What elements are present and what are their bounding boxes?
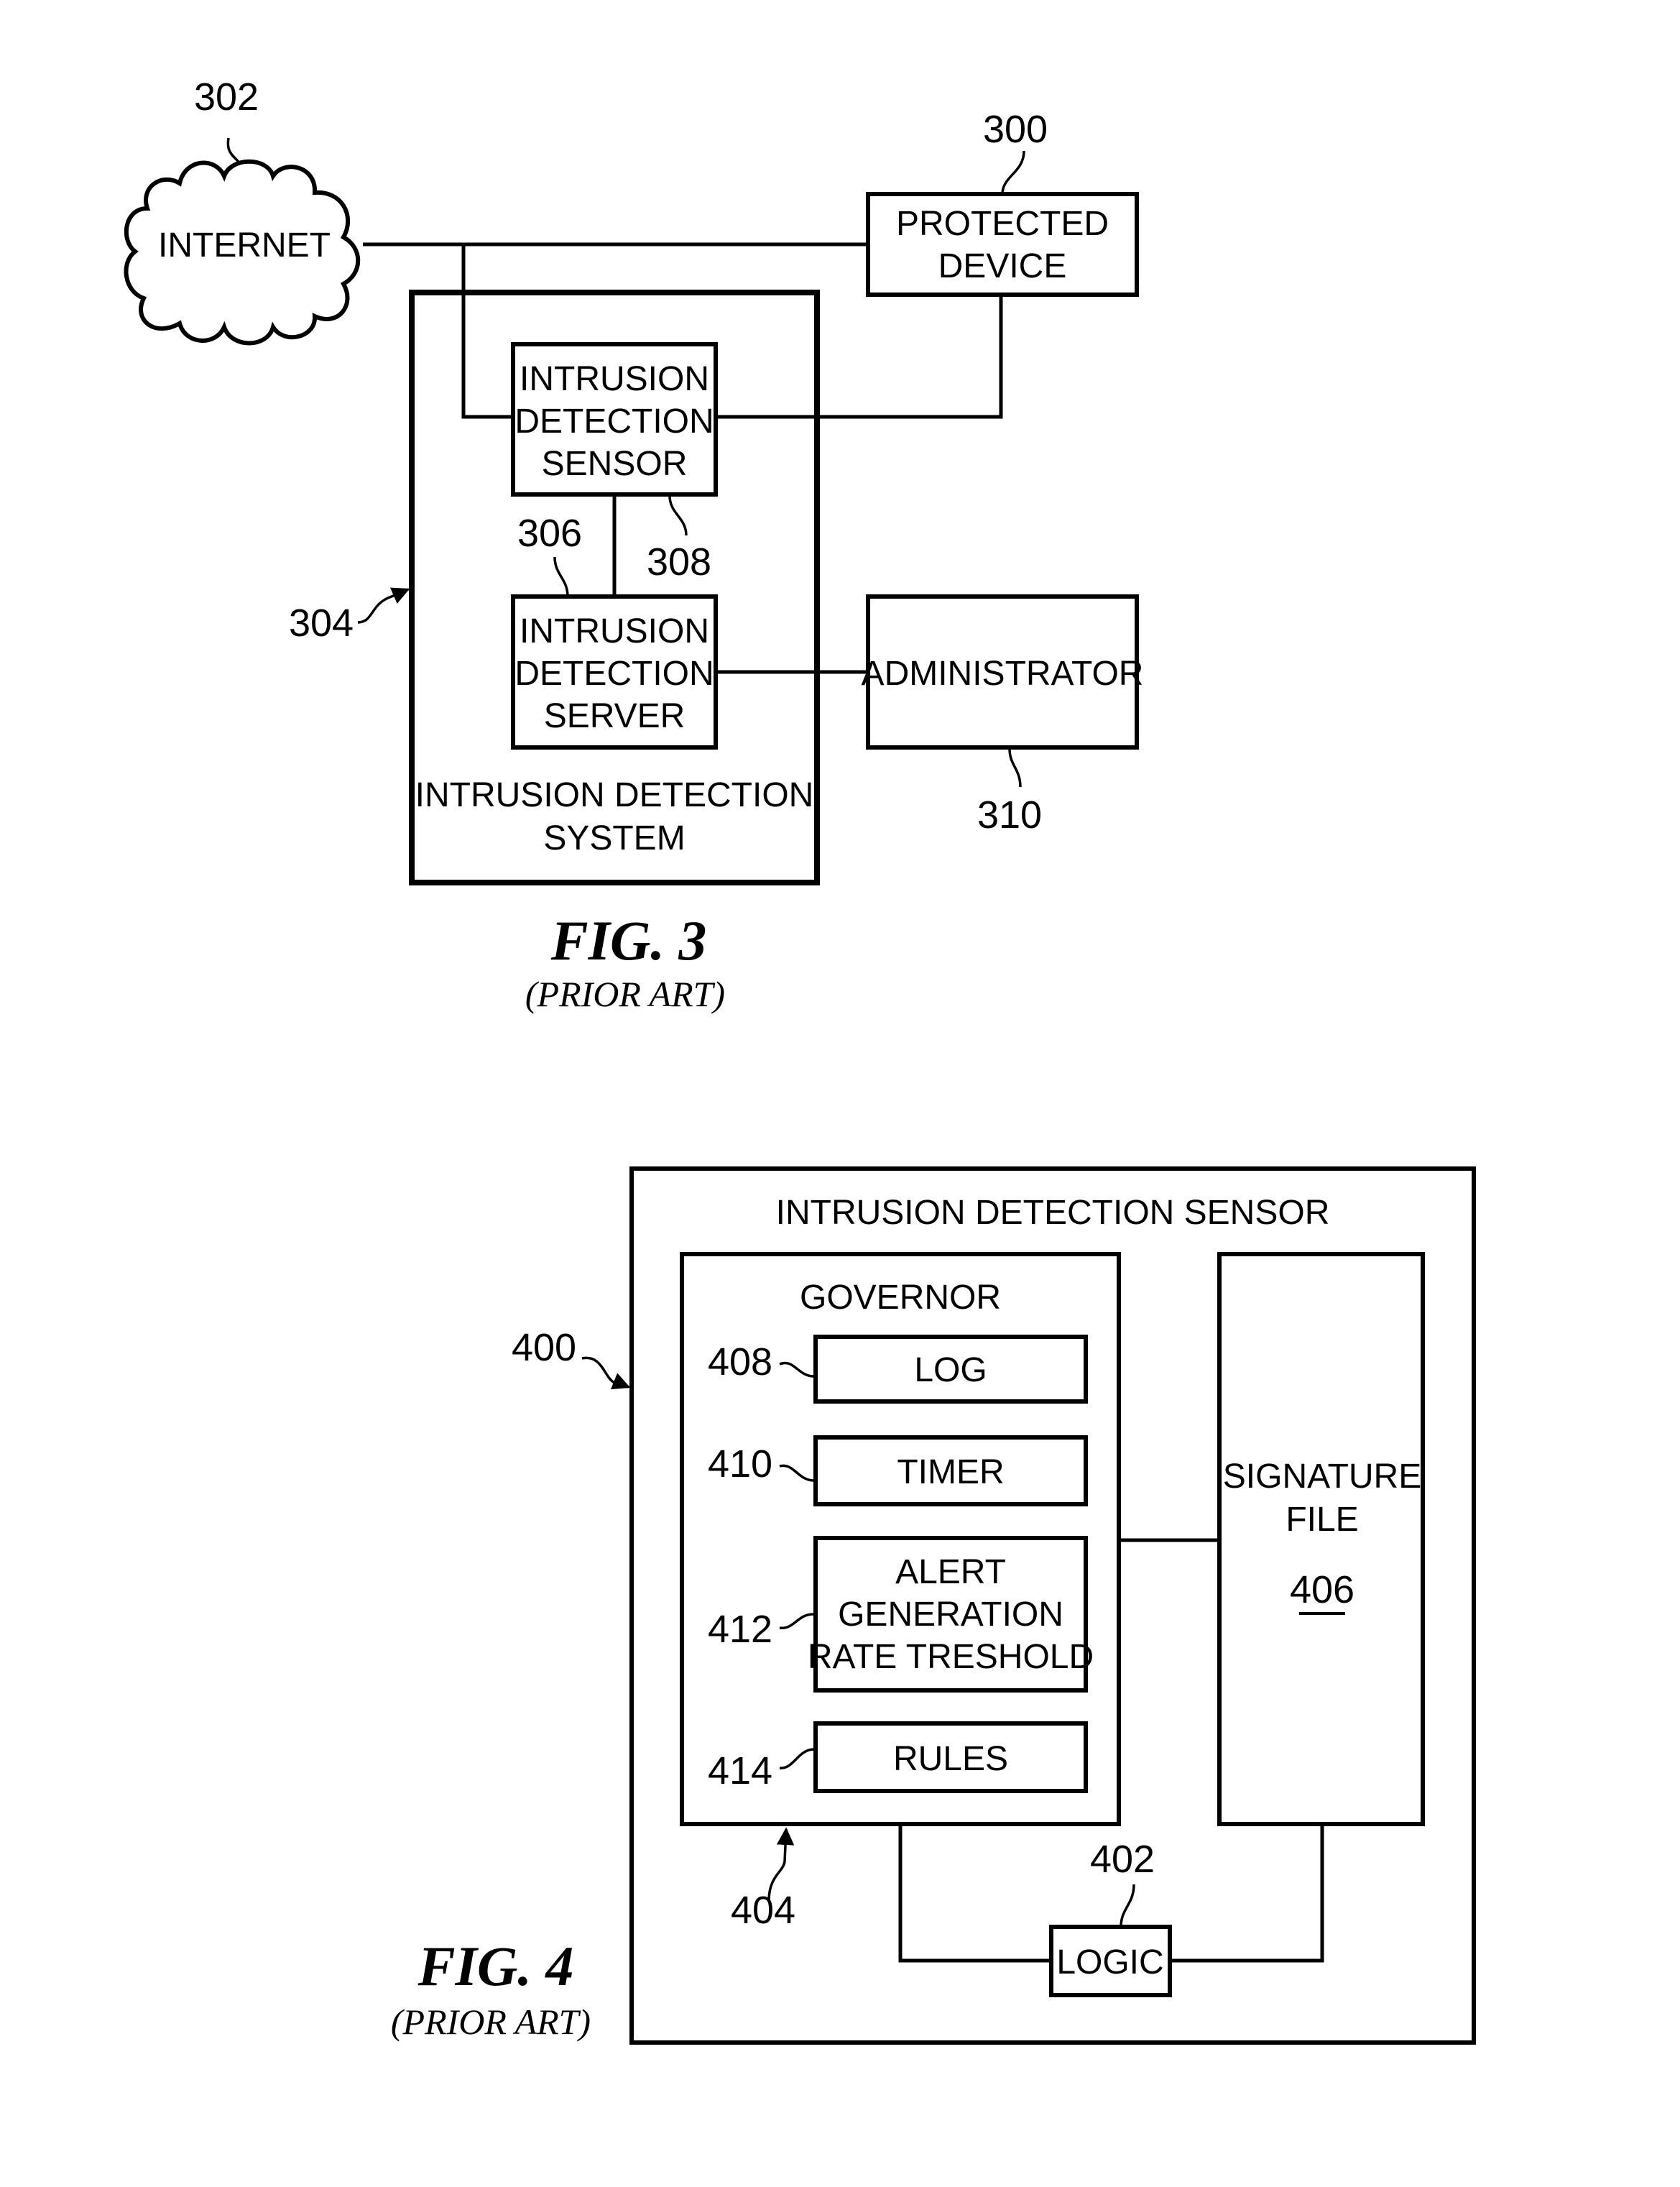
ref-404: 404 [731,1889,795,1932]
rules-label: RULES [893,1740,1008,1778]
logic-label: LOGIC [1056,1943,1163,1981]
ref-300-leader [1001,150,1025,195]
ref-306: 306 [517,512,582,555]
fig4-subcaption: (PRIOR ART) [391,2002,591,2042]
ref-400: 400 [512,1326,576,1369]
patent-drawing: INTERNET 302 PROTECTED DEVICE 300 INTRUS… [124,75,1476,2045]
server-label-1: INTRUSION [520,612,709,650]
fig4-sensor-title: INTRUSION DETECTION SENSOR [776,1194,1330,1232]
ref-414: 414 [708,1749,772,1792]
ref-402: 402 [1090,1838,1155,1881]
fig3-subcaption: (PRIOR ART) [525,974,725,1014]
ref-408: 408 [708,1340,772,1383]
ref-308: 308 [647,540,711,584]
ref-304-leader [357,587,410,624]
ref-302-leader [226,137,240,163]
ref-412: 412 [708,1608,772,1651]
alert-label-2: GENERATION [838,1596,1063,1634]
ref-308-leader [668,495,688,536]
internet-label: INTERNET [158,226,331,264]
administrator-label: ADMINISTRATOR [862,655,1144,693]
server-label-2: DETECTION [514,655,714,693]
ref-310: 310 [977,793,1042,837]
ref-406: 406 [1290,1568,1354,1611]
alert-label-1: ALERT [895,1553,1006,1591]
ref-410: 410 [708,1442,772,1486]
server-label-3: SERVER [544,697,686,735]
timer-label: TIMER [897,1453,1004,1491]
sensor-to-protected-device-line [716,295,1003,419]
protected-device-label-1: PROTECTED [896,205,1109,243]
signature-label-1: SIGNATURE [1223,1458,1421,1496]
fig3-caption: FIG. 3 [550,909,707,972]
fig3: INTERNET 302 PROTECTED DEVICE 300 INTRUS… [124,75,1144,1014]
governor-title: GOVERNOR [800,1279,1001,1317]
ids-system-label-1: INTRUSION DETECTION [415,776,814,814]
ref-302: 302 [194,75,259,119]
ref-400-leader [581,1356,631,1390]
ref-304: 304 [289,602,354,645]
sensor-label-2: DETECTION [514,402,714,441]
alert-label-3: RATE TRESHOLD [808,1638,1094,1676]
fig4-caption: FIG. 4 [417,1935,574,1997]
sensor-label-1: INTRUSION [520,360,709,398]
sensor-label-3: SENSOR [542,445,688,483]
fig4: INTRUSION DETECTION SENSOR 400 GOVERNOR … [391,1166,1476,2045]
protected-device-label-2: DEVICE [938,247,1067,285]
ref-310-leader [1008,748,1022,788]
internet-cloud: INTERNET [124,159,361,346]
ref-300: 300 [983,108,1048,151]
signature-file-box [1217,1252,1425,1826]
log-label: LOG [914,1351,987,1389]
ref-306-leader [553,556,569,597]
signature-label-2: FILE [1286,1501,1358,1539]
internet-to-sensor-line [461,244,513,419]
ids-system-label-2: SYSTEM [543,819,685,857]
